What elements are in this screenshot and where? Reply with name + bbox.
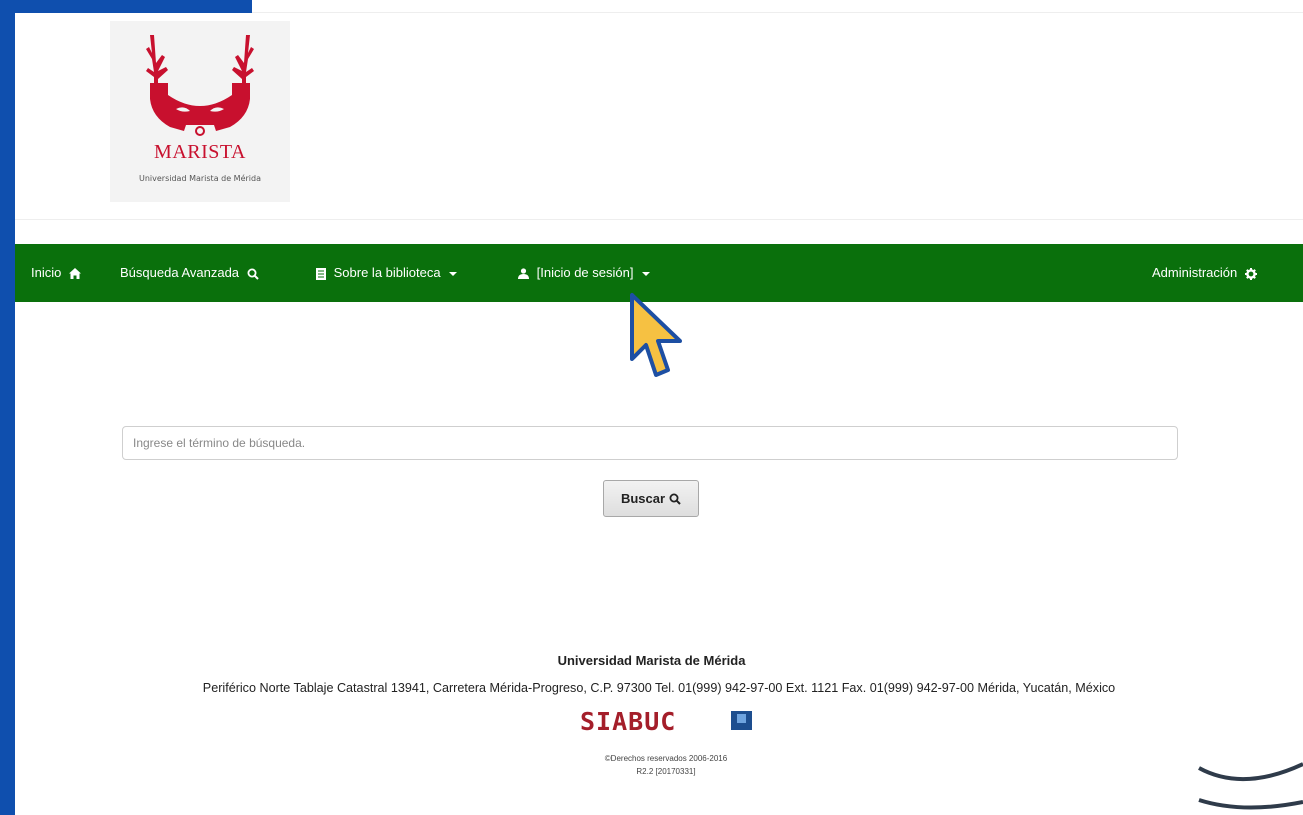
deer-antlers-logo-icon <box>146 35 254 136</box>
search-button[interactable]: Buscar <box>603 480 699 517</box>
chevron-down-icon <box>642 271 651 276</box>
logo-subtitle: Universidad Marista de Mérida <box>138 174 261 183</box>
home-icon <box>68 268 81 280</box>
university-logo[interactable]: MARISTA Universidad Marista de Mérida <box>110 21 290 202</box>
nav-item-busqueda-avanzada[interactable]: Búsqueda Avanzada <box>120 244 259 302</box>
nav-item-inicio[interactable]: Inicio <box>31 244 81 302</box>
search-button-label: Buscar <box>620 491 666 506</box>
siabuc-logo: SIABUC <box>580 708 756 736</box>
nav-item-administracion[interactable]: Administración <box>1152 244 1257 302</box>
nav-item-sobre-la-biblioteca[interactable]: Sobre la biblioteca <box>316 244 458 302</box>
header-bottom-divider <box>15 219 1303 220</box>
search-icon <box>669 493 681 505</box>
search-input[interactable] <box>122 426 1178 460</box>
footer-address: Periférico Norte Tablaje Catastral 13941… <box>202 681 1116 695</box>
mouse-pointer-icon <box>630 293 682 377</box>
left-frame-bar <box>0 0 15 815</box>
nav-item-label: Sobre la biblioteca <box>333 265 441 280</box>
top-frame-bar <box>0 0 252 13</box>
siabuc-wordmark: SIABUC <box>580 707 677 736</box>
logo-wordmark: MARISTA <box>154 141 246 163</box>
user-icon <box>518 268 529 280</box>
search-icon <box>247 268 259 280</box>
nav-item-label: Administración <box>1152 265 1238 280</box>
nav-item-label: Inicio <box>31 265 62 280</box>
nav-item-label: Búsqueda Avanzada <box>120 265 240 280</box>
chevron-down-icon <box>449 271 458 276</box>
copyright-text: ©Derechos reservados 2006-2016 <box>604 754 728 763</box>
decorative-curves-icon <box>1198 762 1303 810</box>
nav-item-label: [Inicio de sesión] <box>536 265 634 280</box>
gear-icon <box>1244 267 1257 280</box>
footer-title: Universidad Marista de Mérida <box>557 653 746 668</box>
header-divider <box>252 12 1303 13</box>
siabuc-square-icon <box>731 711 752 730</box>
version-text: R2.2 [20170331] <box>636 767 696 776</box>
book-icon <box>316 267 326 280</box>
